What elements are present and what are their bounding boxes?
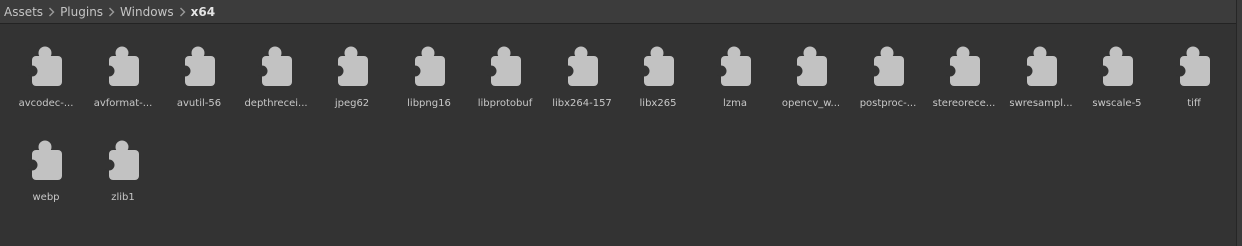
asset-label: swscale-5 (1092, 98, 1142, 109)
plugin-puzzle-icon (485, 44, 523, 88)
plugin-puzzle-icon (103, 138, 141, 182)
plugin-puzzle-icon (1097, 44, 1135, 88)
plugin-puzzle-icon (868, 44, 906, 88)
asset-item[interactable]: libx265 (622, 40, 694, 126)
asset-label: lzma (723, 98, 747, 109)
asset-label: avformat-... (93, 98, 153, 109)
asset-label: libx264-157 (552, 98, 612, 109)
breadcrumb-item-assets[interactable]: Assets (4, 5, 43, 19)
asset-label: stereorece... (932, 98, 996, 109)
plugin-puzzle-icon (26, 138, 64, 182)
plugin-puzzle-icon (944, 44, 982, 88)
plugin-puzzle-icon (179, 44, 217, 88)
plugin-puzzle-icon (256, 44, 294, 88)
asset-item[interactable]: tiff (1158, 40, 1230, 126)
asset-label: avcodec-... (18, 98, 74, 109)
chevron-right-icon (108, 7, 115, 17)
plugin-puzzle-icon (638, 44, 676, 88)
scrollbar[interactable] (1236, 0, 1242, 246)
asset-item[interactable]: lzma (699, 40, 771, 126)
asset-item[interactable]: libx264-157 (546, 40, 618, 126)
asset-label: libpng16 (407, 98, 451, 109)
asset-label: swresampl... (1009, 98, 1073, 109)
plugin-puzzle-icon (26, 44, 64, 88)
asset-item[interactable]: jpeg62 (316, 40, 388, 126)
asset-item[interactable]: libpng16 (393, 40, 465, 126)
asset-item[interactable]: avutil-56 (163, 40, 235, 126)
asset-item[interactable]: zlib1 (87, 134, 159, 220)
asset-label: webp (32, 192, 60, 203)
chevron-right-icon (48, 7, 55, 17)
breadcrumb-item-x64[interactable]: x64 (191, 5, 215, 19)
breadcrumb-item-windows[interactable]: Windows (120, 5, 174, 19)
asset-item[interactable]: postproc-... (852, 40, 924, 126)
plugin-puzzle-icon (103, 44, 141, 88)
breadcrumb-item-plugins[interactable]: Plugins (60, 5, 103, 19)
plugin-puzzle-icon (715, 44, 753, 88)
asset-item[interactable]: stereorece... (928, 40, 1000, 126)
plugin-puzzle-icon (791, 44, 829, 88)
plugin-puzzle-icon (562, 44, 600, 88)
asset-item[interactable]: opencv_w... (775, 40, 847, 126)
plugin-puzzle-icon (1021, 44, 1059, 88)
asset-item[interactable]: swscale-5 (1081, 40, 1153, 126)
asset-label: opencv_w... (781, 98, 841, 109)
asset-label: tiff (1187, 98, 1201, 109)
asset-item[interactable]: avformat-... (87, 40, 159, 126)
breadcrumb: Assets Plugins Windows x64 (0, 0, 1242, 24)
asset-label: jpeg62 (334, 98, 370, 109)
asset-label: libprotobuf (477, 98, 533, 109)
asset-label: postproc-... (859, 98, 917, 109)
asset-label: depthrecei... (244, 98, 308, 109)
asset-item[interactable]: swresampl... (1005, 40, 1077, 126)
asset-item[interactable]: avcodec-... (10, 40, 82, 126)
asset-label: zlib1 (111, 192, 135, 203)
asset-item[interactable]: libprotobuf (469, 40, 541, 126)
asset-label: avutil-56 (176, 98, 222, 109)
plugin-puzzle-icon (409, 44, 447, 88)
asset-label: libx265 (639, 98, 677, 109)
plugin-puzzle-icon (1174, 44, 1212, 88)
plugin-puzzle-icon (332, 44, 370, 88)
chevron-right-icon (179, 7, 186, 17)
asset-item[interactable]: webp (10, 134, 82, 220)
asset-item[interactable]: depthrecei... (240, 40, 312, 126)
